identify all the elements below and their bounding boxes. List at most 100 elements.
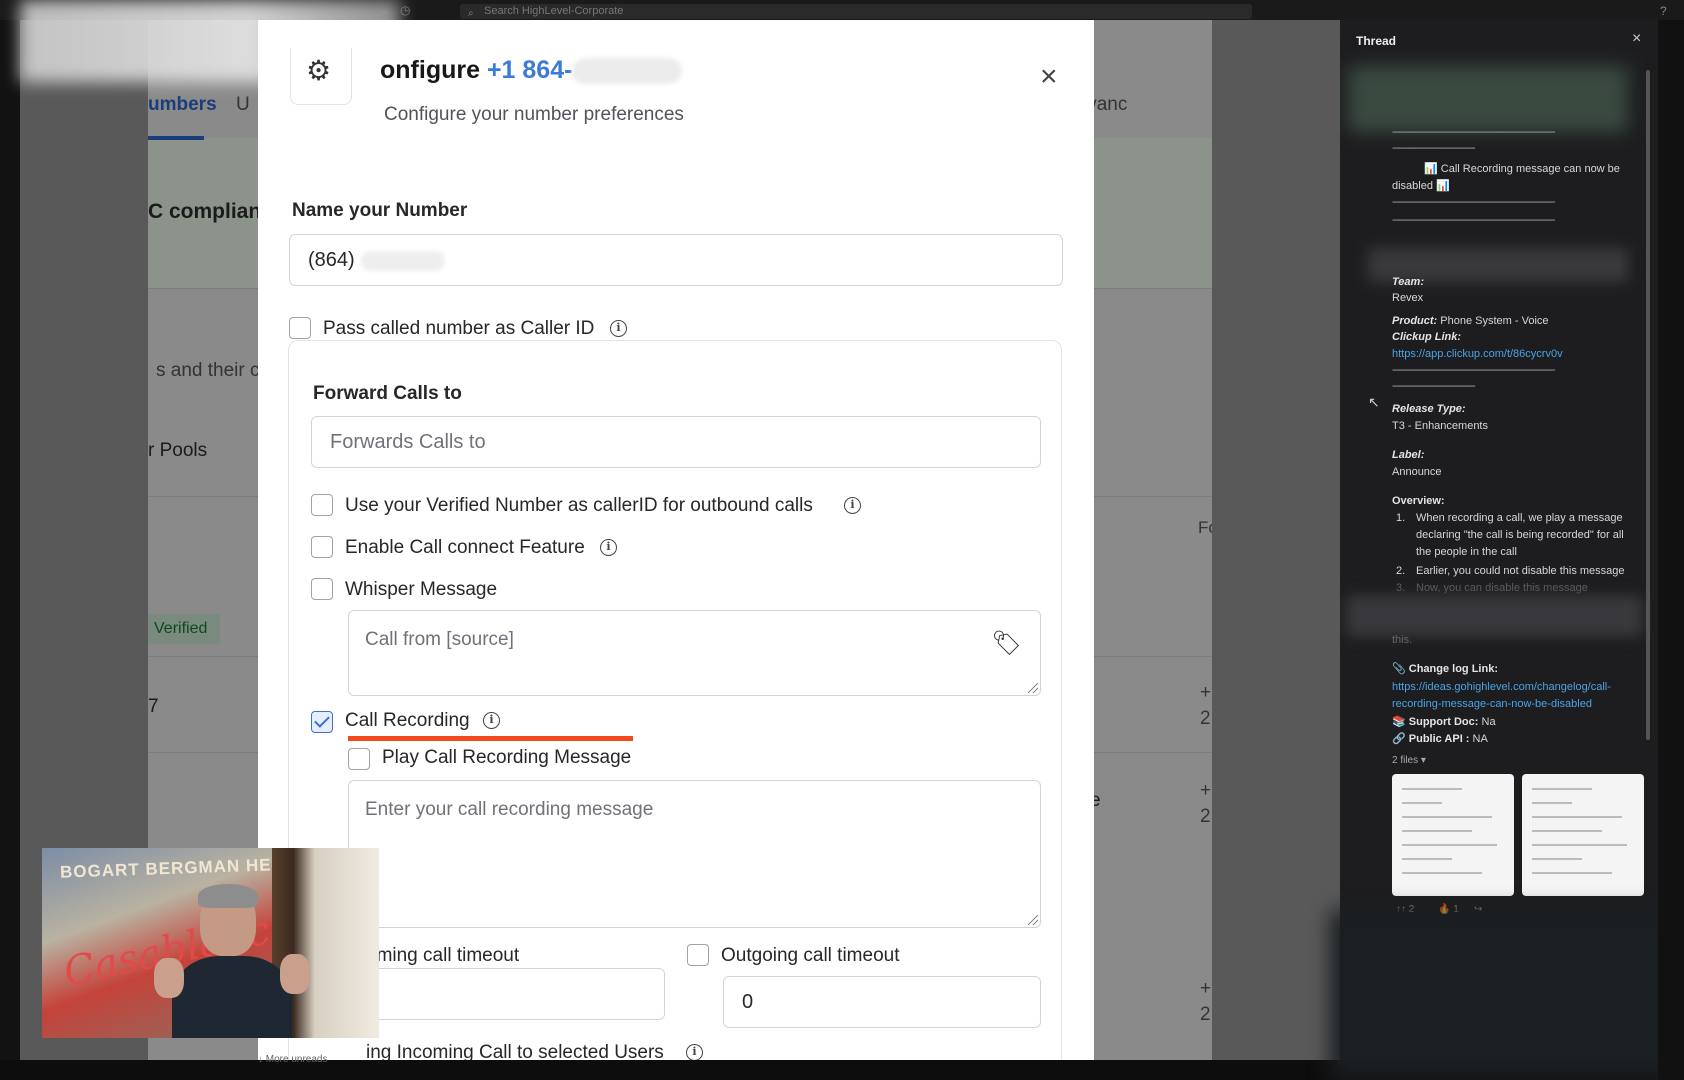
overview-item: 1. When recording a call, we play a messa… xyxy=(1396,512,1624,558)
row-phone-cont: 2! xyxy=(1200,708,1212,729)
files-toggle[interactable]: 2 files ▾ xyxy=(1392,752,1642,769)
info-icon[interactable]: i xyxy=(610,320,627,337)
whisper-message-textarea[interactable]: Call from [source] 🏷 xyxy=(348,610,1041,696)
verified-badge: Verified xyxy=(148,614,220,644)
arrow-down-icon: ↓ xyxy=(258,1054,263,1065)
highlight-underline xyxy=(348,736,633,741)
settings-icon-box: ⚙ xyxy=(290,48,352,105)
call-recording-checkbox[interactable] xyxy=(311,711,333,733)
info-icon[interactable]: i xyxy=(600,539,617,556)
more-unreads-link[interactable]: ↓ More unreads xyxy=(258,1054,327,1065)
forward-calls-label: Forward Calls to xyxy=(313,383,462,404)
row-phone: +1 xyxy=(1200,780,1212,801)
modal-title-text: onfigure xyxy=(380,56,480,84)
close-icon[interactable]: × xyxy=(1632,30,1641,48)
search-placeholder: Search HighLevel-Corporate xyxy=(484,5,624,17)
call-connect-checkbox[interactable] xyxy=(311,536,333,558)
pass-caller-id-label: Pass called number as Caller ID xyxy=(323,318,595,339)
thread-title: Thread xyxy=(1356,34,1397,48)
play-recording-label: Play Call Recording Message xyxy=(382,747,632,768)
outgoing-timeout-checkbox[interactable] xyxy=(687,944,709,966)
banner-text: C complian xyxy=(148,200,262,223)
mouse-cursor-icon: ↖ xyxy=(1368,394,1380,410)
column-header: Fo xyxy=(1198,518,1212,537)
number-name-input[interactable]: (864) xyxy=(289,234,1063,286)
tag-icon[interactable]: 🏷 xyxy=(992,629,1022,658)
paperclip-icon: 📎 xyxy=(1392,663,1406,675)
row-phone: +1 xyxy=(1200,978,1212,999)
play-recording-checkbox[interactable] xyxy=(348,748,370,770)
background-right-margin xyxy=(1212,20,1340,1060)
info-icon[interactable]: i xyxy=(844,497,861,514)
resize-handle[interactable] xyxy=(1028,683,1038,693)
modal-subtitle: Configure your number preferences xyxy=(384,104,684,125)
forward-calls-input[interactable]: Forwards Calls to xyxy=(311,416,1041,468)
call-recording-label: Call Recording xyxy=(345,710,470,731)
help-icon[interactable]: ? xyxy=(1660,4,1667,18)
whisper-message-label: Whisper Message xyxy=(345,579,498,600)
resize-handle[interactable] xyxy=(1028,915,1038,925)
verified-callerid-checkbox[interactable] xyxy=(311,494,333,516)
thread-scrollbar[interactable] xyxy=(1646,70,1650,740)
public-api-line: 🔗 Public API : NA xyxy=(1392,733,1488,745)
outgoing-timeout-label: Outgoing call timeout xyxy=(721,945,900,966)
search-bar[interactable]: ⌕ Search HighLevel-Corporate xyxy=(460,4,1252,19)
tab-numbers[interactable]: umbers xyxy=(148,94,217,116)
file-thumbnail[interactable] xyxy=(1522,774,1644,896)
changelog-line: 📎 Change log Link: xyxy=(1392,663,1498,675)
thread-panel: Thread × -------------------------------… xyxy=(1340,20,1658,1060)
history-icon[interactable]: ◷ xyxy=(400,3,410,17)
info-icon[interactable]: i xyxy=(686,1044,703,1060)
caret-down-icon: ▾ xyxy=(1420,755,1426,766)
whisper-message-checkbox[interactable] xyxy=(311,578,333,600)
label-value: Announce xyxy=(1392,466,1442,478)
team-label: Team: xyxy=(1392,276,1424,288)
changelog-link[interactable]: https://ideas.gohighlevel.com/changelog/… xyxy=(1392,679,1642,713)
modal-title: onfigure +1 864- xyxy=(380,56,683,85)
release-type-value: T3 - Enhancements xyxy=(1392,420,1488,432)
workspace-rail xyxy=(0,20,20,1060)
outgoing-timeout-input[interactable]: 0 xyxy=(723,976,1041,1028)
incoming-timeout-input[interactable] xyxy=(353,968,665,1020)
chart-emoji-icon: 📊 xyxy=(1424,163,1438,175)
support-doc-line: 📚 Support Doc: Na xyxy=(1392,716,1496,728)
row-phone-cont: 2! xyxy=(1200,806,1212,827)
close-icon[interactable]: × xyxy=(1040,62,1058,92)
ring-incoming-label: ing Incoming Call to selected Users xyxy=(366,1042,664,1060)
pass-caller-id-checkbox[interactable] xyxy=(289,317,311,339)
row-phone: +1 xyxy=(1200,682,1212,703)
configure-number-modal: ⚙ onfigure +1 864- Configure your number… xyxy=(258,20,1094,1060)
redacted-number xyxy=(360,250,445,271)
presenter xyxy=(154,884,310,1038)
row-phone-cont: 2! xyxy=(1200,1004,1212,1025)
info-icon[interactable]: i xyxy=(483,712,500,729)
books-icon: 📚 xyxy=(1392,716,1406,728)
whisper-placeholder: Call from [source] xyxy=(365,629,514,650)
name-number-label: Name your Number xyxy=(292,200,468,221)
product-line: Product: Phone System - Voice xyxy=(1392,315,1549,327)
description-text: s and their co xyxy=(156,360,271,381)
clickup-label: Clickup Link: xyxy=(1392,331,1462,343)
webcam-overlay: BOGART BERGMAN HENREID Casablanca xyxy=(42,848,379,1038)
file-thumbnail[interactable] xyxy=(1392,774,1514,896)
recording-message-textarea[interactable]: Enter your call recording message xyxy=(348,780,1041,928)
window-edge xyxy=(1658,20,1684,1080)
clickup-link[interactable]: https://app.clickup.com/t/86cycrv0v xyxy=(1392,346,1642,363)
verified-callerid-label: Use your Verified Number as callerID for… xyxy=(345,495,813,516)
chart-emoji-icon: 📊 xyxy=(1436,180,1450,192)
overview-label: Overview: xyxy=(1392,495,1445,507)
tab-active-underline xyxy=(148,136,204,140)
row-cell: 7 xyxy=(148,696,159,717)
redacted-number xyxy=(572,58,683,85)
announcement-text: 📊 Call Recording message can now be disa… xyxy=(1392,163,1620,192)
overview-tail: this. xyxy=(1392,634,1413,646)
incoming-timeout-label: oming call timeout xyxy=(366,945,520,966)
tab-u[interactable]: U xyxy=(236,94,250,116)
redacted-area xyxy=(1346,596,1642,636)
search-icon: ⌕ xyxy=(468,8,474,19)
redacted-area xyxy=(1348,66,1628,132)
call-connect-label: Enable Call connect Feature xyxy=(345,537,585,558)
team-value: Revex xyxy=(1392,292,1424,304)
pools-tab[interactable]: r Pools xyxy=(148,440,207,462)
redacted-area xyxy=(1330,910,1684,1080)
